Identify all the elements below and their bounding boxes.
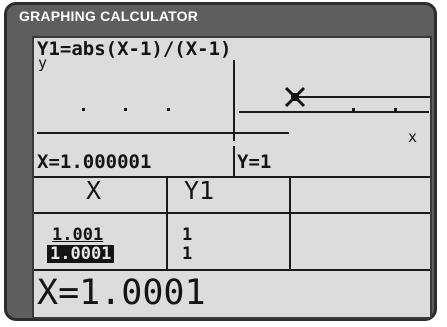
table-header-x: X (86, 176, 102, 205)
table-col-divider-2 (289, 176, 291, 271)
x-axis-label: x (408, 128, 418, 146)
trace-cursor-icon (284, 86, 306, 108)
table-header-divider (34, 212, 430, 214)
graph-y-axis (233, 60, 235, 141)
x-axis-tick (124, 108, 127, 111)
table-row-x[interactable]: 1.001 (52, 227, 103, 244)
graph-line-right (296, 96, 430, 98)
table-header-y1: Y1 (184, 176, 215, 205)
x-axis-tick (167, 108, 170, 111)
calculator-screen[interactable]: Y1=abs(X-1)/(X-1) y x X=1.000001 Y=1 X Y… (32, 36, 432, 319)
table-col-divider-1 (166, 176, 168, 271)
app-title: GRAPHING CALCULATOR (19, 8, 199, 24)
graph-line-left (37, 132, 289, 134)
calculator-bezel: GRAPHING CALCULATOR Y1=abs(X-1)/(X-1) y … (4, 2, 437, 321)
y-axis-label: y (38, 54, 48, 72)
table-row-y[interactable]: 1 (182, 246, 192, 263)
x-axis-segment (239, 111, 429, 113)
table-row-x-selected[interactable]: 1.0001 (47, 245, 115, 263)
trace-x-value: X=1.000001 (37, 151, 152, 173)
function-equation: Y1=abs(X-1)/(X-1) (37, 38, 232, 60)
entry-line[interactable]: X=1.0001 (37, 276, 206, 311)
x-axis-tick (82, 108, 85, 111)
trace-divider (233, 146, 235, 178)
table-bottom-border (34, 269, 430, 271)
trace-y-value: Y=1 (237, 151, 272, 173)
table-row-y[interactable]: 1 (182, 227, 192, 244)
